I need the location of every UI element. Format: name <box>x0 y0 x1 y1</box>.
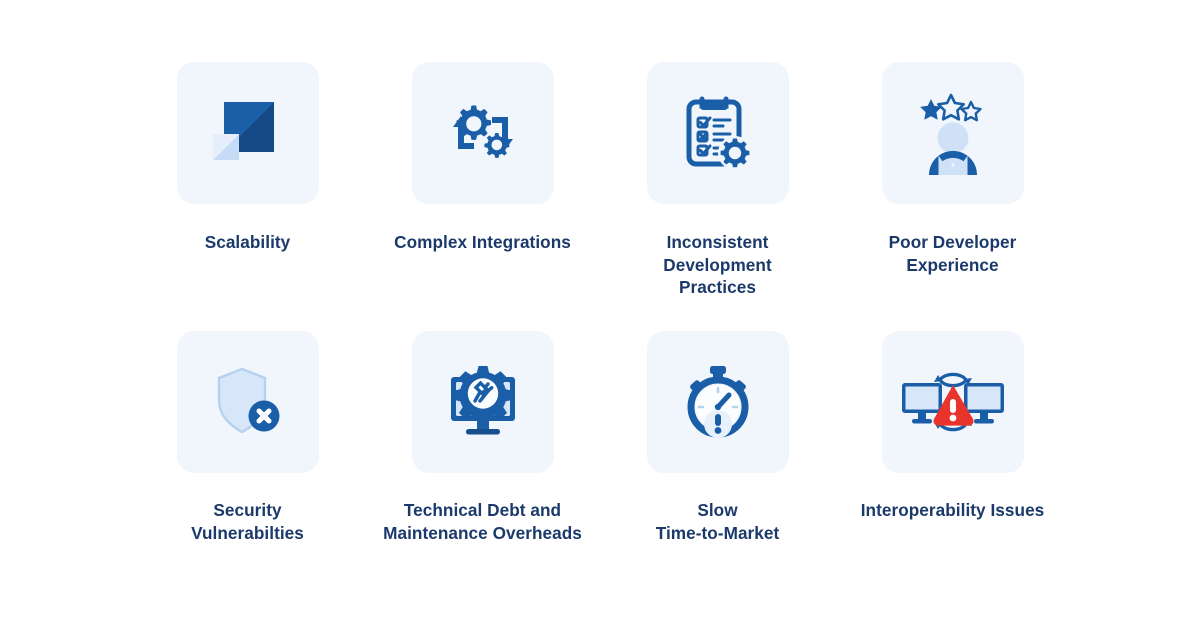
monitor-gear-tools-icon <box>443 363 523 441</box>
grid-item-label: Scalability <box>204 232 291 252</box>
grid-item-scalability[interactable]: Scalability <box>130 62 365 331</box>
icon-tile-security-vulnerabilties <box>176 331 319 473</box>
grid-item-label: Poor Developer Experience <box>888 232 1017 275</box>
grid-item-label: Slow Time-to-Market <box>655 500 780 543</box>
grid-item-label: Inconsistent Development Practices <box>663 232 772 298</box>
icon-tile-slow-time-to-market <box>646 331 789 473</box>
feature-grid: Scalability Complex Integrations Inconsi… <box>130 62 1070 600</box>
grid-item-poor-developer-experience[interactable]: Poor Developer Experience <box>835 62 1070 331</box>
icon-tile-interoperability-issues <box>881 331 1024 473</box>
grid-item-interoperability-issues[interactable]: Interoperability Issues <box>835 331 1070 600</box>
user-rating-stars-icon <box>911 91 995 175</box>
icon-tile-inconsistent-development-practices <box>646 62 789 204</box>
icon-grid-board: Scalability Complex Integrations Inconsi… <box>0 0 1200 625</box>
icon-tile-technical-debt-and-maintenance-overheads <box>411 331 554 473</box>
grid-item-slow-time-to-market[interactable]: Slow Time-to-Market <box>600 331 835 600</box>
monitors-sync-warning-icon <box>900 369 1006 435</box>
shield-error-icon <box>213 365 283 439</box>
grid-item-security-vulnerabilties[interactable]: Security Vulnerabilties <box>130 331 365 600</box>
grid-item-label: Interoperability Issues <box>860 500 1045 520</box>
grid-item-label: Complex Integrations <box>394 232 571 252</box>
grid-item-technical-debt-and-maintenance-overheads[interactable]: Technical Debt and Maintenance Overheads <box>365 331 600 600</box>
grid-item-label: Technical Debt and Maintenance Overheads <box>383 500 582 543</box>
stopwatch-alert-icon <box>682 364 754 440</box>
gears-cycle-icon <box>447 97 519 169</box>
grid-item-label: Security Vulnerabilties <box>191 500 304 543</box>
icon-tile-poor-developer-experience <box>881 62 1024 204</box>
scalability-squares-icon <box>209 94 287 172</box>
clipboard-checklist-gear-icon <box>681 93 755 173</box>
icon-tile-scalability <box>176 62 319 204</box>
grid-item-inconsistent-development-practices[interactable]: Inconsistent Development Practices <box>600 62 835 331</box>
icon-tile-complex-integrations <box>411 62 554 204</box>
grid-item-complex-integrations[interactable]: Complex Integrations <box>365 62 600 331</box>
